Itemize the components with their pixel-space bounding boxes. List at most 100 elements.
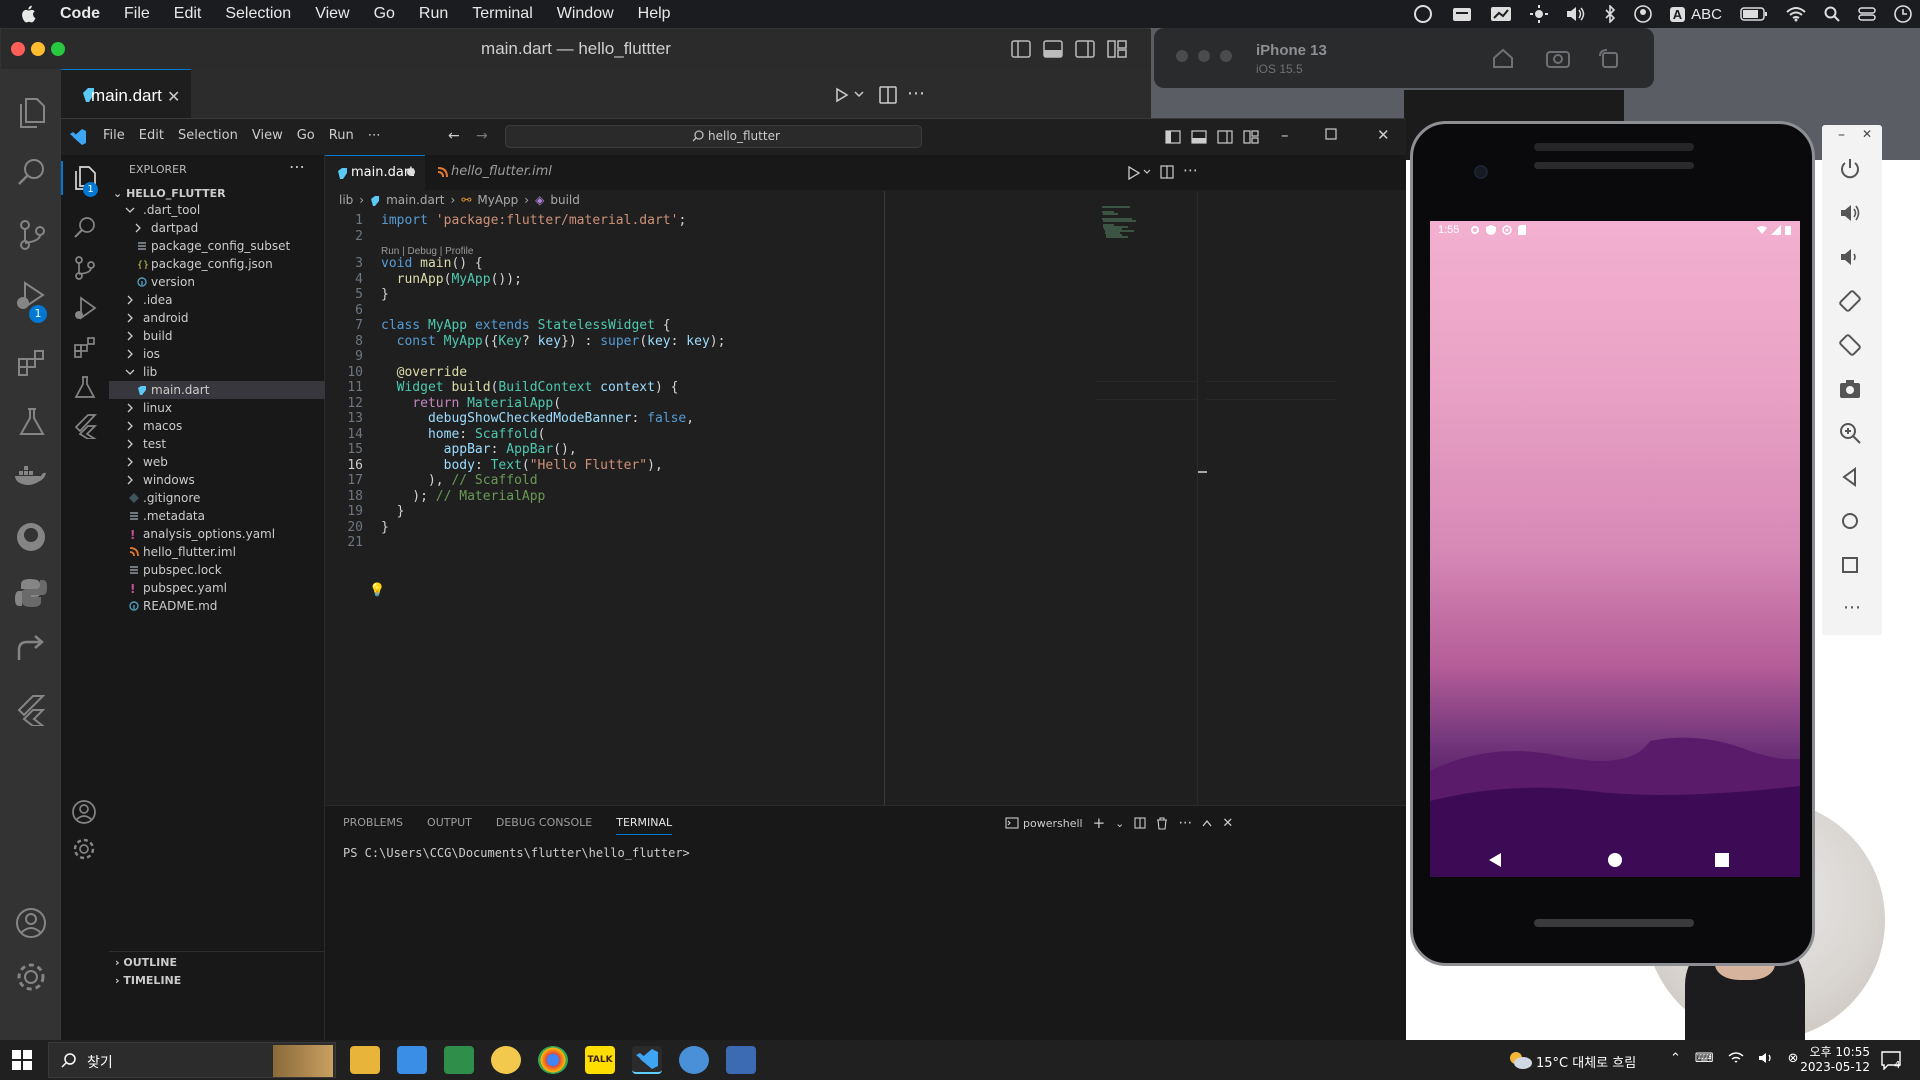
menu-run[interactable]: Run (407, 5, 460, 23)
taskbar-search-box[interactable]: 찾기 (48, 1042, 336, 1078)
manage-gear-icon[interactable] (15, 961, 47, 993)
inner-menu-file[interactable]: File (103, 128, 125, 143)
home-icon[interactable] (1838, 509, 1866, 537)
rotate-right-icon[interactable] (1838, 333, 1866, 361)
menu-app-name[interactable]: Code (48, 5, 112, 23)
file-explorer-icon[interactable] (350, 1046, 380, 1074)
tree-item[interactable]: .gitignore (109, 489, 325, 507)
more-actions-icon[interactable]: ⋯ (907, 83, 925, 104)
extensions-icon[interactable] (17, 347, 47, 377)
breadcrumb-method[interactable]: build (550, 193, 580, 207)
tray-network-icon[interactable] (1728, 1051, 1744, 1066)
testing-icon[interactable] (73, 375, 97, 399)
volume-icon[interactable] (1566, 6, 1586, 22)
control-center-icon[interactable] (1858, 6, 1876, 22)
tree-item[interactable]: main.dart (109, 381, 325, 399)
menu-terminal[interactable]: Terminal (460, 5, 544, 23)
nav-back-icon[interactable]: ← (448, 128, 460, 144)
battery-icon[interactable] (1740, 7, 1768, 21)
inner-menu-edit[interactable]: Edit (139, 128, 164, 143)
manage-gear-icon[interactable] (71, 836, 97, 862)
menu-window[interactable]: Window (545, 5, 626, 23)
inner-menu-view[interactable]: View (252, 128, 283, 143)
iphone-simulator-window[interactable]: iPhone 13 iOS 15.5 (1154, 28, 1654, 88)
tab-problems[interactable]: PROBLEMS (343, 816, 403, 835)
python-icon[interactable] (15, 577, 47, 609)
tray-chevron-icon[interactable]: ⌃ (1670, 1051, 1681, 1066)
tree-item[interactable]: windows (109, 471, 325, 489)
menu-view[interactable]: View (303, 5, 361, 23)
command-center-search[interactable]: hello_flutter (505, 125, 922, 148)
screenshot-icon[interactable] (1490, 6, 1512, 22)
power-icon[interactable] (1838, 157, 1866, 185)
tree-item[interactable]: ! pubspec.yaml (109, 579, 325, 597)
taskbar-clock[interactable]: 오후 10:55 2023-05-12 (1790, 1043, 1870, 1074)
panel-more-icon[interactable]: ⋯ (1178, 815, 1192, 831)
run-file-icon[interactable] (834, 87, 850, 103)
close-dot-icon[interactable] (1176, 50, 1188, 62)
back-icon[interactable] (1838, 465, 1866, 493)
apple-icon[interactable] (0, 5, 48, 23)
window-close-icon[interactable]: ✕ (1377, 126, 1390, 144)
tree-item[interactable]: macos (109, 417, 325, 435)
kakaotalk-icon[interactable]: TALK (585, 1046, 615, 1074)
d-app-icon[interactable] (491, 1046, 521, 1074)
back-nav-icon[interactable] (1488, 852, 1502, 868)
split-terminal-icon[interactable] (1134, 817, 1146, 829)
explorer-more-icon[interactable]: ⋯ (289, 157, 305, 176)
source-control-icon[interactable] (73, 255, 97, 281)
testing-icon[interactable] (17, 407, 47, 437)
breadcrumb-lib[interactable]: lib (339, 193, 353, 207)
user-switch-icon[interactable] (1633, 5, 1652, 23)
account-icon[interactable] (71, 799, 97, 825)
home-nav-icon[interactable] (1608, 853, 1622, 867)
menu-edit[interactable]: Edit (162, 5, 214, 23)
editor-scrollbar[interactable] (1197, 191, 1207, 805)
menu-help[interactable]: Help (626, 5, 683, 23)
toggle-sidebar-icon[interactable] (1011, 40, 1031, 58)
minimize-dot-icon[interactable] (1198, 50, 1210, 62)
tab-debug-console[interactable]: DEBUG CONSOLE (496, 816, 592, 835)
bluetooth-icon[interactable] (1604, 5, 1616, 23)
explorer-root[interactable]: ⌄ HELLO_FLUTTER (113, 187, 226, 200)
window-maximize-icon[interactable] (1325, 128, 1337, 140)
editor-tab-iml[interactable]: hello_flutter.iml (425, 155, 565, 190)
editor-tab-main-dart[interactable]: main.dart (325, 155, 425, 190)
tree-item[interactable]: hello_flutter.iml (109, 543, 325, 561)
window-minimize-icon[interactable]: – (1281, 126, 1289, 144)
clock-icon[interactable] (1894, 5, 1912, 23)
home-icon[interactable] (1492, 48, 1514, 68)
github-icon[interactable] (15, 521, 47, 553)
customize-layout-icon[interactable] (1107, 40, 1127, 58)
terminal-prompt[interactable]: PS C:\Users\CCG\Documents\flutter\hello_… (343, 846, 690, 860)
app-circle-icon[interactable] (679, 1046, 709, 1074)
menu-file[interactable]: File (112, 5, 162, 23)
run-dropdown-icon[interactable] (854, 91, 864, 99)
docker-icon[interactable] (13, 464, 47, 490)
tree-item[interactable]: .dart_tool (109, 201, 325, 219)
screenshot-camera-icon[interactable] (1546, 48, 1570, 68)
inner-menu-selection[interactable]: Selection (178, 128, 238, 143)
run-debug-icon[interactable] (73, 295, 97, 321)
flutter-icon[interactable] (15, 694, 45, 726)
maximize-panel-icon[interactable] (1202, 819, 1212, 827)
start-windows-icon[interactable] (12, 1050, 32, 1070)
tree-item[interactable]: {} package_config.json (109, 255, 325, 273)
android-studio-icon[interactable] (726, 1046, 756, 1074)
weather-text[interactable]: 15°C 대체로 흐림 (1536, 1052, 1636, 1071)
search-icon[interactable] (17, 157, 47, 187)
menu-selection[interactable]: Selection (213, 5, 303, 23)
menu-go[interactable]: Go (362, 5, 407, 23)
breadcrumb-class[interactable]: MyApp (477, 193, 518, 207)
account-icon[interactable] (15, 907, 47, 939)
volume-up-icon[interactable] (1838, 201, 1866, 229)
close-panel-icon[interactable]: ✕ (1222, 816, 1233, 831)
terminal-dropdown-icon[interactable]: ⌄ (1115, 817, 1124, 830)
shell-name[interactable]: powershell (1023, 817, 1083, 830)
zoom-dot-icon[interactable] (1220, 50, 1232, 62)
editor-more-icon[interactable]: ⋯ (1183, 161, 1198, 179)
tree-item[interactable]: .metadata (109, 507, 325, 525)
vscode-taskbar-icon[interactable] (632, 1046, 662, 1074)
toolbar-close-icon[interactable]: ✕ (1862, 127, 1872, 141)
tree-item[interactable]: lib (109, 363, 325, 381)
